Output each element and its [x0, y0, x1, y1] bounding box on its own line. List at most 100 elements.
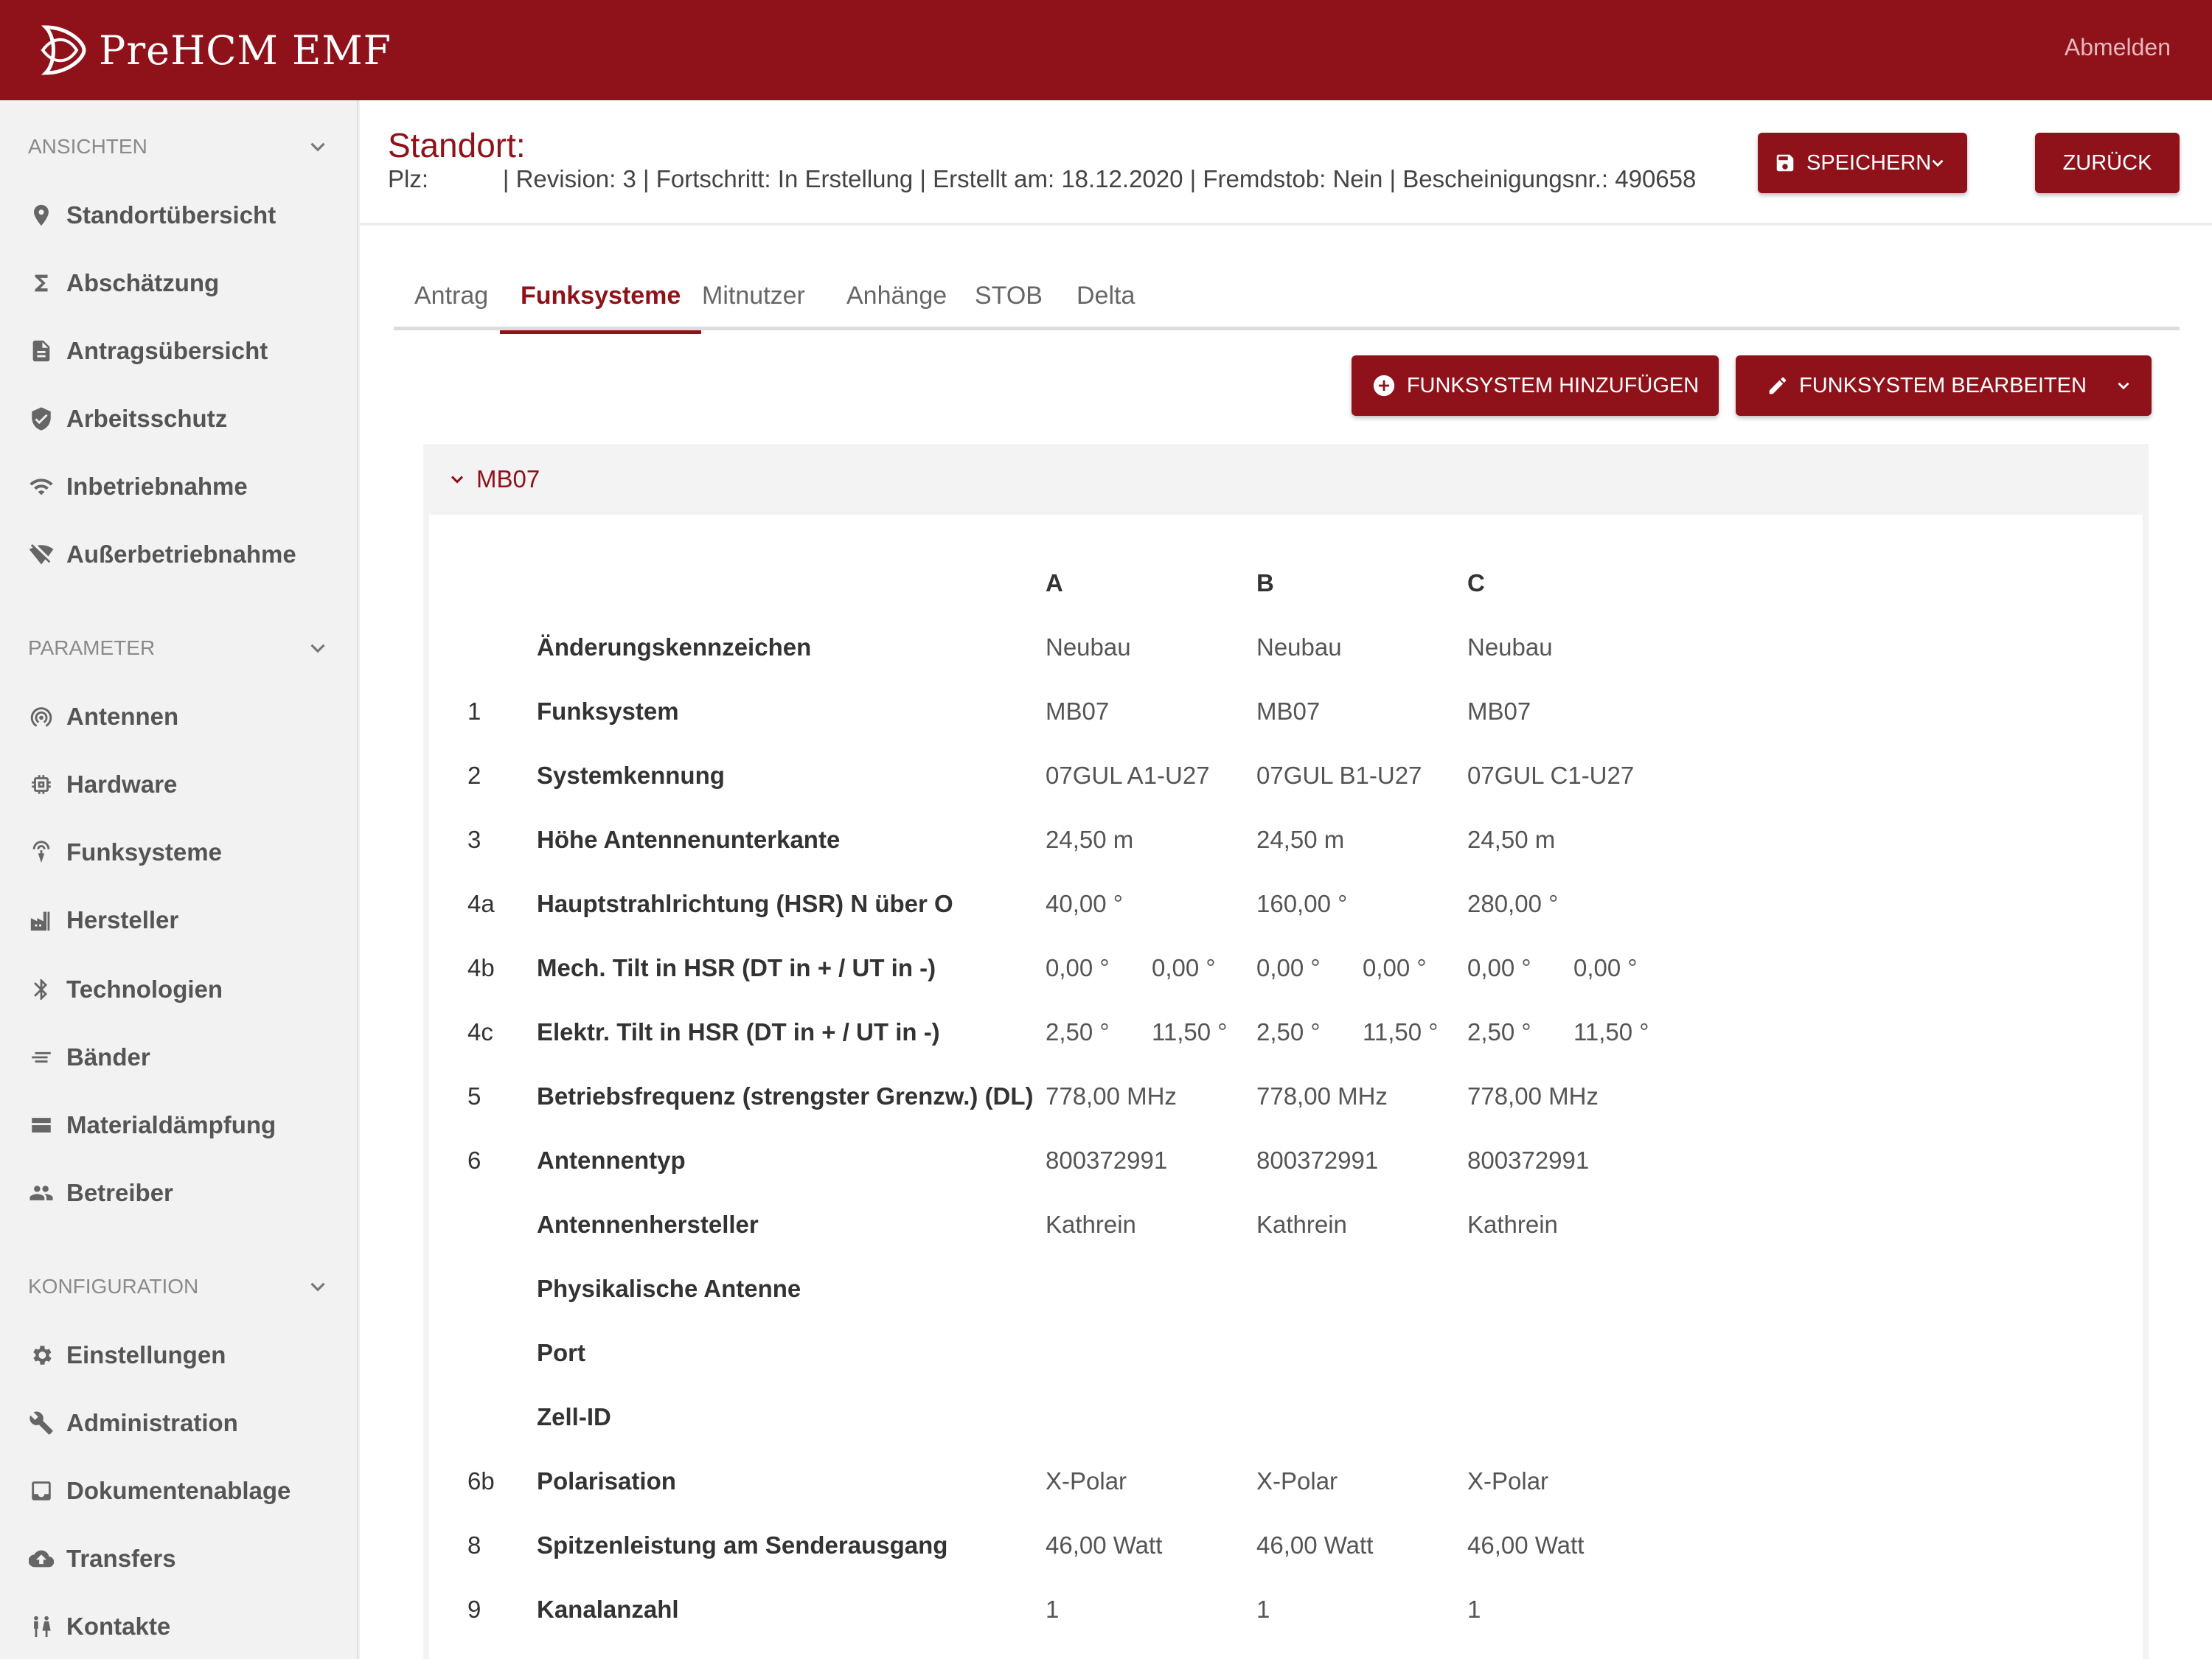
panel-header[interactable]: MB07 — [423, 444, 2149, 515]
value-b: 800372991 — [1256, 1147, 1379, 1174]
wifi-off-icon — [28, 541, 55, 568]
back-button[interactable]: ZURÜCK — [2035, 133, 2180, 193]
tab-mitnutzer[interactable]: Mitnutzer — [681, 261, 826, 330]
value-b: 07GUL B1-U27 — [1256, 762, 1422, 789]
panel-title: MB07 — [476, 465, 540, 493]
value-b: 46,00 Watt — [1256, 1531, 1374, 1559]
sidebar-item-baender[interactable]: Bänder — [28, 1035, 338, 1079]
sidebar-section-konfiguration[interactable]: KONFIGURATION — [28, 1268, 330, 1305]
value-a-secondary: 0,00 ° — [1152, 954, 1216, 981]
chevron-down-icon — [1932, 159, 1944, 167]
value-c: 800372991 — [1467, 1147, 1590, 1174]
sidebar-item-transfers[interactable]: Transfers — [28, 1537, 338, 1581]
sidebar-item-ausserbetriebnahme[interactable]: Außerbetriebnahme — [28, 532, 338, 577]
add-funksystem-button[interactable]: FUNKSYSTEM HINZUFÜGEN — [1352, 355, 1719, 416]
table-row: Physikalische Antenne — [429, 1267, 2143, 1312]
tab-anhaenge[interactable]: Anhänge — [826, 261, 967, 330]
edit-funksystem-label: FUNKSYSTEM BEARBEITEN — [1799, 373, 2087, 397]
factory-icon — [28, 907, 55, 933]
save-options-toggle[interactable] — [1908, 133, 1967, 193]
app-logo[interactable]: PreHCM EMF — [38, 21, 392, 80]
chevron-down-icon — [2118, 382, 2129, 390]
value-b-secondary: 0,00 ° — [1363, 954, 1427, 981]
tab-bar: Antrag Funksysteme Mitnutzer Anhänge STO… — [394, 261, 2180, 334]
tab-funksysteme[interactable]: Funksysteme — [500, 261, 702, 334]
sidebar-item-antragsuebersicht[interactable]: Antragsübersicht — [28, 329, 338, 373]
sidebar-item-label: Betreiber — [66, 1179, 173, 1206]
row-label: Spitzenleistung am Senderausgang — [537, 1531, 948, 1559]
value-c: MB07 — [1467, 698, 1531, 725]
row-number: 4b — [467, 954, 495, 981]
sidebar-item-standortuebersicht[interactable]: Standortübersicht — [28, 193, 338, 237]
row-number: 6 — [467, 1147, 481, 1174]
row-label: Änderungskennzeichen — [537, 633, 812, 661]
value-a: 07GUL A1-U27 — [1046, 762, 1210, 789]
row-label: Polarisation — [537, 1467, 676, 1495]
people-icon — [28, 1180, 55, 1206]
sidebar-item-dokumentenablage[interactable]: Dokumentenablage — [28, 1469, 338, 1513]
sidebar-item-label: Transfers — [66, 1545, 176, 1572]
section-title: ANSICHTEN — [28, 135, 147, 158]
value-b: X-Polar — [1256, 1467, 1338, 1495]
row-label: Zell-ID — [537, 1403, 611, 1430]
value-a: Neubau — [1046, 633, 1131, 661]
sidebar-item-arbeitsschutz[interactable]: Arbeitsschutz — [28, 397, 338, 441]
sidebar-item-label: Außerbetriebnahme — [66, 540, 296, 568]
value-a: 1 — [1046, 1596, 1060, 1623]
table-row: 3 Höhe Antennenunterkante 24,50 m 24,50 m 24… — [429, 818, 2143, 863]
sidebar-item-hersteller[interactable]: Hersteller — [28, 898, 338, 942]
chip-icon — [28, 771, 55, 798]
tab-delta[interactable]: Delta — [1056, 261, 1155, 330]
sidebar-item-materialdaempfung[interactable]: Materialdämpfung — [28, 1103, 338, 1147]
radio-tower-icon — [28, 839, 55, 866]
row-label: Höhe Antennenunterkante — [537, 826, 841, 853]
edit-options-toggle[interactable] — [2096, 355, 2152, 416]
sidebar-item-betreiber[interactable]: Betreiber — [28, 1171, 338, 1215]
sidebar-item-kontakte[interactable]: Kontakte — [28, 1604, 338, 1649]
table-row: 2 Systemkennung 07GUL A1-U27 07GUL B1-U27 07… — [429, 754, 2143, 799]
sidebar-item-funksysteme[interactable]: Funksysteme — [28, 830, 338, 874]
sidebar-item-label: Antennen — [66, 703, 179, 730]
sidebar-item-label: Dokumentenablage — [66, 1477, 291, 1504]
sidebar-section-ansichten[interactable]: ANSICHTEN — [28, 128, 330, 165]
layers-icon — [28, 1112, 55, 1138]
shield-check-icon — [28, 406, 55, 432]
sidebar-item-label: Technologien — [66, 975, 223, 1003]
table-row: Port — [429, 1332, 2143, 1376]
save-button[interactable]: SPEICHERN — [1758, 133, 1967, 193]
tab-stob[interactable]: STOB — [954, 261, 1063, 330]
value-b: Neubau — [1256, 633, 1342, 661]
funksystem-panel: MB07 A B C Änderungskennzeichen Neubau Neu… — [423, 444, 2149, 1659]
value-c: 24,50 m — [1467, 826, 1556, 853]
wrench-icon — [28, 1410, 55, 1436]
plus-circle-icon — [1373, 375, 1394, 397]
sidebar-item-label: Standortübersicht — [66, 201, 276, 229]
antenna-icon — [28, 703, 55, 730]
sidebar-item-inbetriebnahme[interactable]: Inbetriebnahme — [28, 465, 338, 509]
value-c: 2,50 ° — [1467, 1018, 1531, 1046]
row-label: Antennenhersteller — [537, 1211, 759, 1238]
table-row: 8 Spitzenleistung am Senderausgang 46,00 W… — [429, 1524, 2143, 1568]
value-a: 2,50 ° — [1046, 1018, 1110, 1046]
table-row: 4a Hauptstrahlrichtung (HSR) N über O 40,0… — [429, 883, 2143, 927]
tab-antrag[interactable]: Antrag — [394, 261, 509, 330]
section-title: PARAMETER — [28, 636, 156, 659]
value-c: 778,00 MHz — [1467, 1082, 1599, 1110]
table-row: Zell-ID — [429, 1396, 2143, 1440]
sidebar-item-technologien[interactable]: Technologien — [28, 967, 338, 1012]
column-header-b: B — [1256, 569, 1274, 597]
sidebar-item-administration[interactable]: Administration — [28, 1401, 338, 1445]
sidebar-section-parameter[interactable]: PARAMETER — [28, 630, 330, 667]
sidebar-item-antennen[interactable]: Antennen — [28, 695, 338, 739]
sidebar-item-abschaetzung[interactable]: Abschätzung — [28, 261, 338, 305]
edit-funksystem-button[interactable]: FUNKSYSTEM BEARBEITEN — [1736, 355, 2152, 416]
sidebar-item-label: Materialdämpfung — [66, 1111, 276, 1138]
sidebar-item-hardware[interactable]: Hardware — [28, 762, 338, 807]
sidebar-item-einstellungen[interactable]: Einstellungen — [28, 1333, 338, 1377]
row-number: 3 — [467, 826, 481, 853]
gear-icon — [28, 1342, 55, 1368]
top-bar: PreHCM EMF Abmelden — [0, 0, 2212, 100]
logout-link[interactable]: Abmelden — [2065, 34, 2171, 61]
value-a: 0,00 ° — [1046, 954, 1110, 981]
value-a: Kathrein — [1046, 1211, 1136, 1238]
